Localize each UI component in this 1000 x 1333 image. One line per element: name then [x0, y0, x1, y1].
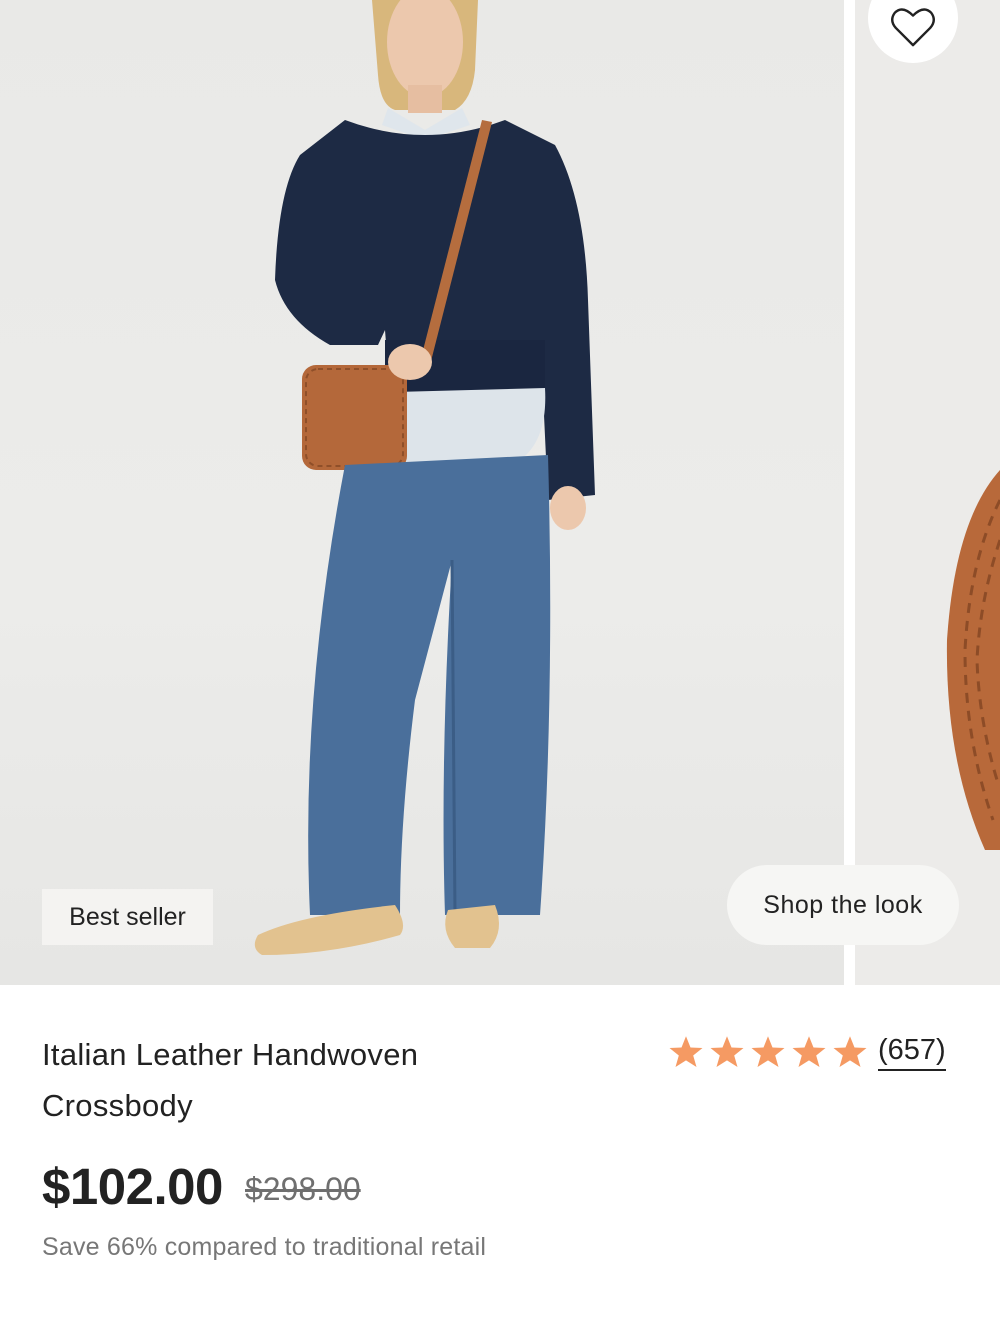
- product-info: Italian Leather Handwoven Crossbody (657…: [0, 985, 1000, 1333]
- product-title-line-1: Italian Leather Handwoven: [42, 1037, 419, 1072]
- star-rating: [668, 1034, 868, 1070]
- product-photo-next[interactable]: [855, 0, 1000, 985]
- product-title[interactable]: Italian Leather Handwoven Crossbody: [42, 1029, 602, 1131]
- product-title-line-2: Crossbody: [42, 1088, 193, 1123]
- star-icon: [669, 1036, 703, 1067]
- savings-text: Save 66% compared to traditional retail: [42, 1233, 487, 1261]
- original-price: $298.00: [245, 1171, 361, 1207]
- product-rating[interactable]: (657): [668, 1033, 946, 1071]
- star-icon: [751, 1036, 785, 1067]
- best-seller-badge: Best seller: [42, 889, 213, 945]
- gallery-divider: [844, 0, 855, 985]
- bag-closeup-illustration: [946, 470, 1000, 850]
- heart-outline-icon: [891, 8, 935, 47]
- product-photo-model[interactable]: [0, 0, 844, 985]
- product-image-gallery[interactable]: Best seller Shop the look: [0, 0, 1000, 985]
- star-icon: [833, 1036, 867, 1067]
- star-icon: [710, 1036, 744, 1067]
- sale-price: $102.00: [42, 1158, 223, 1215]
- shop-the-look-button[interactable]: Shop the look: [727, 865, 959, 945]
- review-count-link[interactable]: (657): [878, 1033, 946, 1071]
- model-illustration: [254, 0, 595, 955]
- star-icon: [792, 1036, 826, 1067]
